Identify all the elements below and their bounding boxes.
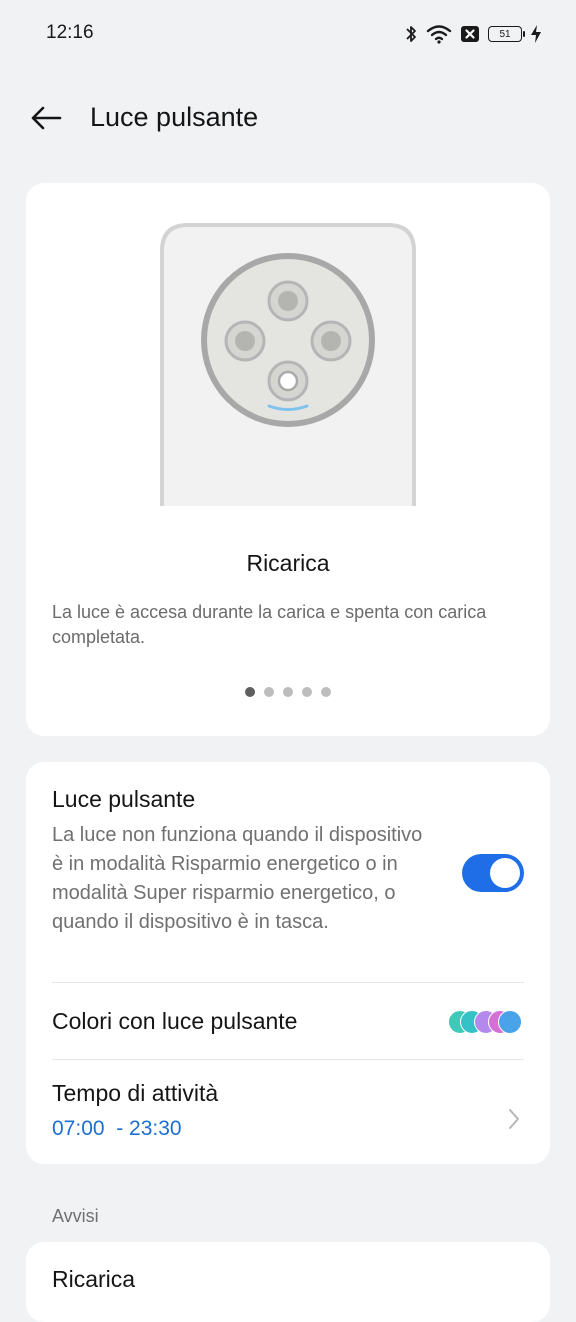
page-dot-active[interactable] — [245, 687, 255, 697]
notifications-card: Ricarica — [26, 1242, 550, 1322]
active-time-value: 07:00 - 23:30 — [52, 1117, 182, 1140]
charging-bolt-icon — [531, 25, 541, 43]
page-indicator — [26, 687, 550, 697]
color-chip — [498, 1010, 522, 1034]
page-dot[interactable] — [283, 687, 293, 697]
status-icons: 51 — [404, 22, 542, 46]
wifi-icon — [426, 25, 452, 44]
phone-illustration — [160, 223, 416, 506]
preview-card: Ricarica La luce è accesa durante la car… — [26, 183, 550, 736]
pulse-light-description: La luce non funziona quando il dispositi… — [52, 824, 423, 933]
divider — [52, 982, 524, 983]
status-bar: 12:16 51 — [0, 0, 576, 68]
color-chips — [448, 1010, 524, 1036]
notification-x-icon — [461, 26, 479, 42]
bluetooth-icon — [406, 26, 416, 42]
status-time: 12:16 — [46, 22, 94, 43]
section-label-notifications: Avvisi — [52, 1206, 99, 1226]
divider — [52, 1059, 524, 1060]
back-button[interactable] — [26, 98, 66, 138]
colors-row[interactable]: Colori con luce pulsante — [52, 1008, 524, 1038]
active-time-title: Tempo di attività — [52, 1080, 219, 1106]
pulse-light-row[interactable]: Luce pulsante La luce non funziona quand… — [52, 786, 524, 966]
arrow-left-icon — [31, 106, 62, 130]
page-dot[interactable] — [302, 687, 312, 697]
pulse-light-title: Luce pulsante — [52, 786, 196, 812]
preview-description: La luce è accesa durante la carica e spe… — [52, 602, 487, 647]
page-dot[interactable] — [264, 687, 274, 697]
preview-title: Ricarica — [246, 550, 330, 576]
chevron-right-icon — [509, 1109, 519, 1129]
battery-icon: 51 — [488, 26, 525, 42]
active-time-row[interactable]: Tempo di attività 07:00 - 23:30 — [52, 1080, 524, 1150]
settings-card: Luce pulsante La luce non funziona quand… — [26, 762, 550, 1164]
battery-level: 51 — [499, 28, 511, 40]
page-dot[interactable] — [321, 687, 331, 697]
toggle-knob — [490, 858, 520, 888]
header: Luce pulsante — [0, 88, 576, 148]
page-title: Luce pulsante — [90, 102, 259, 132]
pulse-light-toggle[interactable] — [462, 854, 524, 892]
